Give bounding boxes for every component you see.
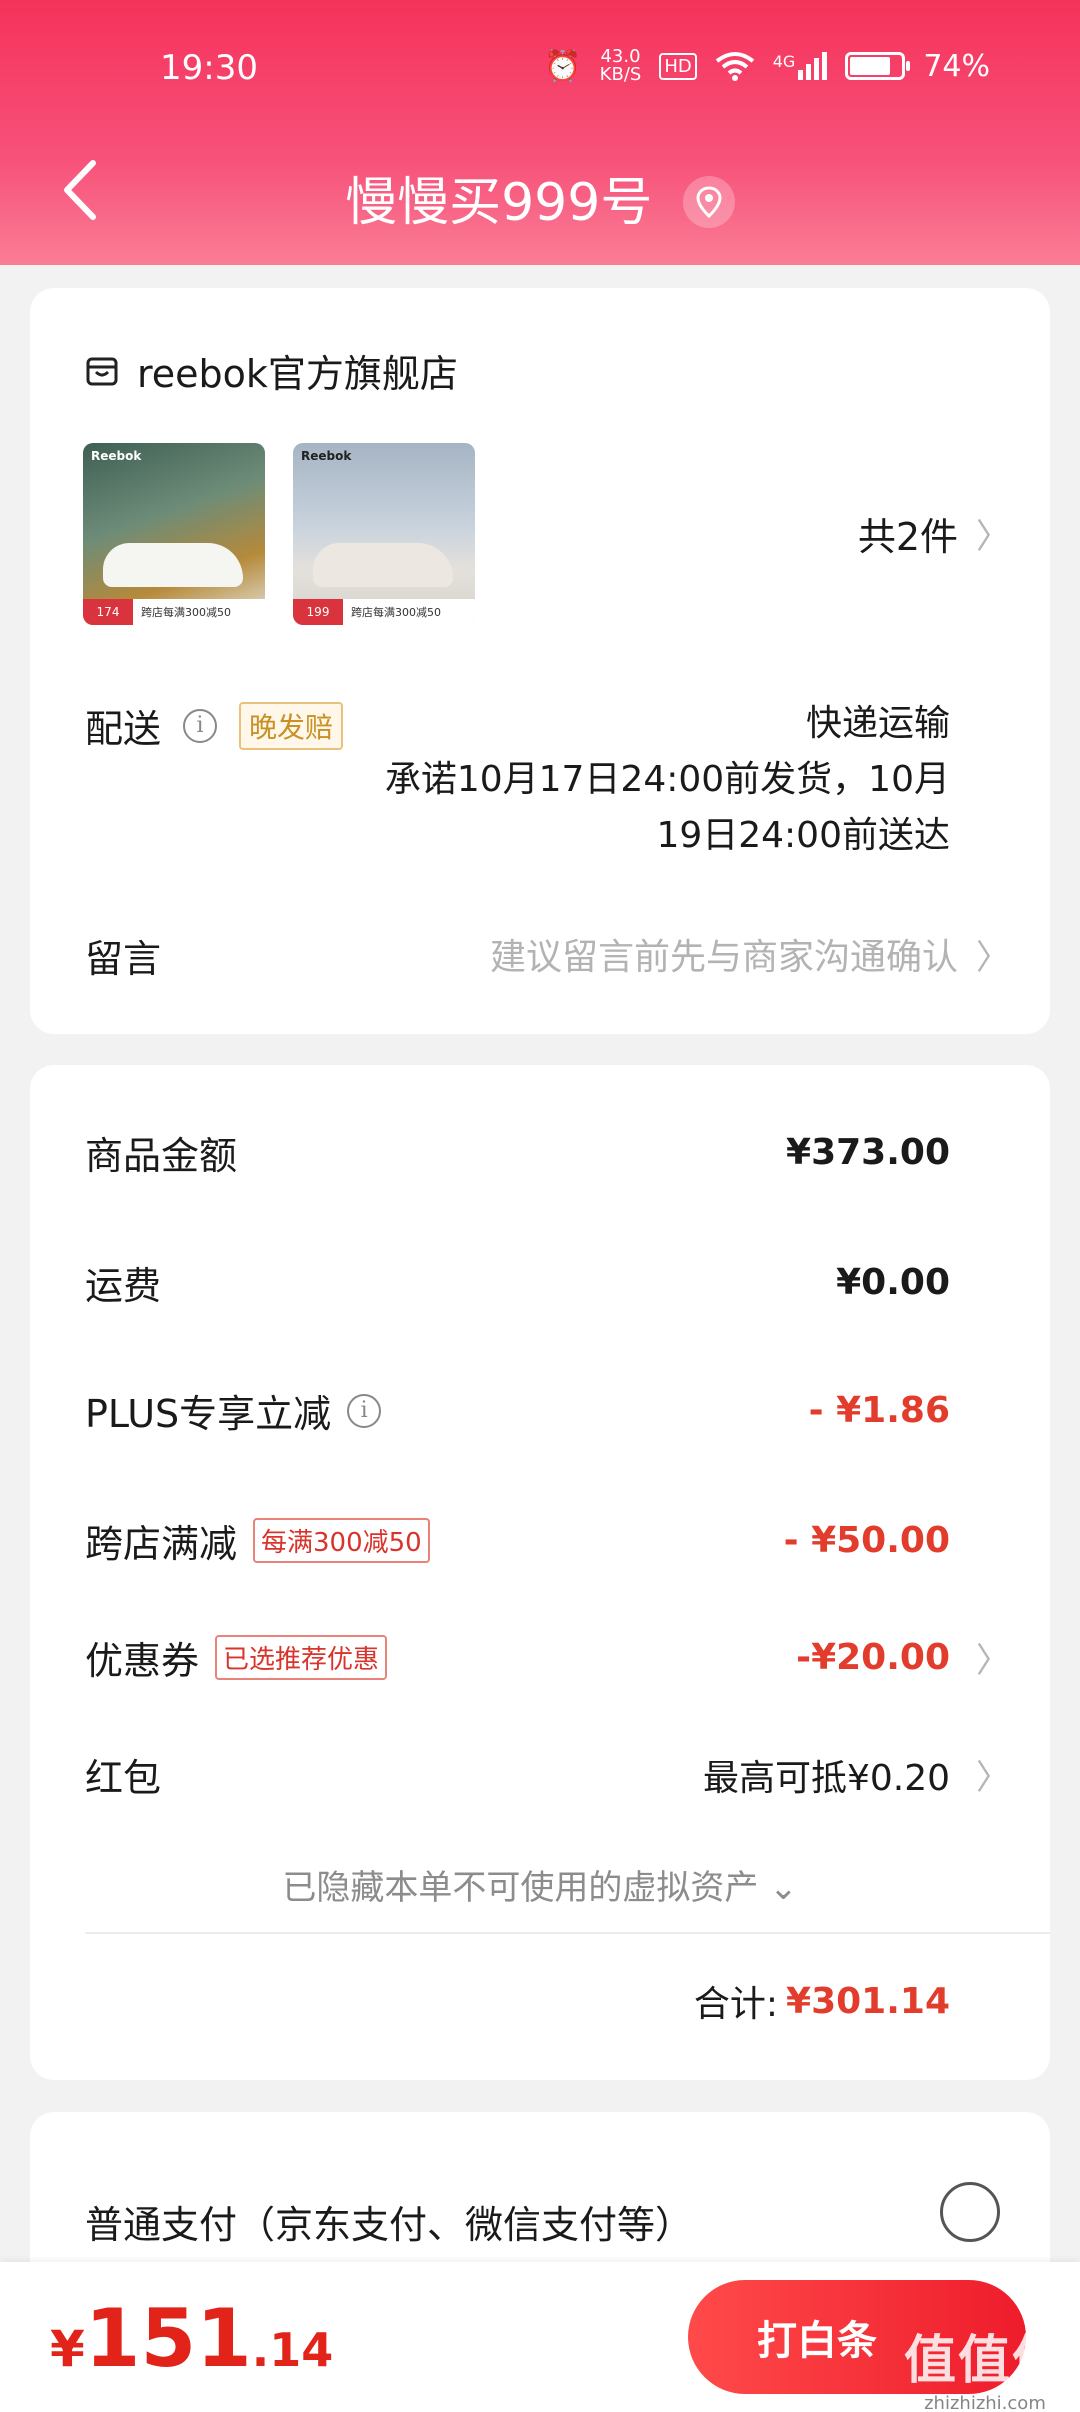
goods-amount-value: ¥373.00: [786, 1132, 950, 1173]
cross-store-discount-value: - ¥50.00: [783, 1520, 950, 1561]
late-compensation-badge: 晚发赔: [239, 701, 344, 750]
page-title-area: 慢慢买999号: [0, 160, 1080, 235]
bottom-price: ¥151.14: [50, 2292, 333, 2385]
price-decimal: .14: [251, 2323, 334, 2377]
delivery-method: 快递运输: [805, 703, 950, 744]
shoe-graphic: [313, 543, 453, 587]
status-icons: ⏰ 43.0 KB/S HD 4G 74%: [544, 48, 990, 84]
cross-store-tag: 每满300减50: [253, 1518, 430, 1563]
chevron-right-icon: 〉: [976, 937, 1010, 978]
info-icon[interactable]: i: [347, 1393, 382, 1428]
product-promo: 跨店每满300减50: [141, 606, 231, 619]
product-price: 174: [83, 599, 133, 625]
cross-store-discount-row: 跨店满减 每满300减50 - ¥50.00: [85, 1513, 950, 1568]
pay-button-label: 打白条: [757, 2318, 877, 2364]
store-name: reebok官方旗舰店: [137, 352, 458, 396]
plus-discount-label: PLUS专享立减: [85, 1392, 332, 1436]
coupon-label: 优惠券: [85, 1639, 200, 1683]
store-icon: [86, 357, 118, 385]
memo-label: 留言: [85, 937, 162, 981]
memo-input[interactable]: 建议留言前先与商家沟通确认 〉: [490, 928, 1010, 980]
chevron-down-icon: ⌄: [769, 1868, 798, 1908]
delivery-promise-line1: 承诺10月17日24:00前发货，10月: [384, 759, 950, 800]
divider: [85, 1932, 1050, 1934]
hidden-assets-text: 已隐藏本单不可使用的虚拟资产: [282, 1868, 759, 1908]
page-title: 慢慢买999号: [345, 173, 653, 233]
shipping-row: 运费 ¥0.00: [85, 1255, 950, 1310]
cross-store-discount-label: 跨店满减: [85, 1522, 238, 1566]
product-brand: Reebok: [301, 449, 352, 463]
coupon-row[interactable]: 优惠券 已选推荐优惠 -¥20.00: [85, 1630, 950, 1685]
coupon-tag: 已选推荐优惠: [215, 1635, 388, 1680]
delivery-label: 配送: [85, 707, 162, 751]
normal-payment-radio[interactable]: [940, 2182, 1000, 2242]
alarm-icon: ⏰: [544, 48, 582, 84]
delivery-label-group: 配送 i 晚发赔: [85, 698, 344, 753]
delivery-promise-line2: 19日24:00前送达: [656, 815, 950, 856]
watermark: 值值值 zhizhizhi.com: [904, 2318, 1066, 2412]
chevron-right-icon[interactable]: 〉: [976, 1750, 1010, 1799]
network-type: 4G: [772, 52, 796, 71]
goods-amount-label: 商品金额: [85, 1134, 238, 1178]
status-bar: 19:30 ⏰ 43.0 KB/S HD 4G 74%: [0, 48, 1080, 92]
item-count-link[interactable]: 共2件 〉: [858, 506, 1010, 561]
order-card: reebok官方旗舰店 Reebok 174 跨店每满300减50 Reebok…: [30, 288, 1050, 1034]
price-summary-card: 商品金额 ¥373.00 运费 ¥0.00 PLUS专享立减 i - ¥1.86…: [30, 1065, 1050, 2080]
redpacket-label: 红包: [85, 1756, 162, 1800]
plus-discount-row: PLUS专享立减 i - ¥1.86: [85, 1383, 950, 1438]
signal-icon: 4G: [773, 52, 828, 80]
delivery-info[interactable]: 快递运输 承诺10月17日24:00前发货，10月 19日24:00前送达: [330, 696, 950, 864]
memo-placeholder: 建议留言前先与商家沟通确认: [489, 937, 958, 978]
watermark-main: 值值值: [903, 2331, 1066, 2391]
wifi-icon: [715, 52, 754, 81]
item-count: 共2件: [857, 515, 958, 559]
shipping-value: ¥0.00: [836, 1262, 950, 1303]
watermark-sub: zhizhizhi.com: [924, 2393, 1046, 2412]
total-label: 合计:: [693, 1984, 779, 2025]
hd-icon: HD: [659, 52, 697, 80]
coupon-value: -¥20.00: [796, 1637, 950, 1678]
net-speed: 43.0 KB/S: [600, 48, 642, 84]
product-promo-strip: 199 跨店每满300减50: [293, 599, 475, 625]
redpacket-row[interactable]: 红包 最高可抵¥0.20: [85, 1747, 950, 1802]
chevron-right-icon[interactable]: 〉: [976, 1633, 1010, 1682]
redpacket-value: 最高可抵¥0.20: [702, 1757, 950, 1799]
goods-amount-row: 商品金额 ¥373.00: [85, 1125, 950, 1180]
product-promo: 跨店每满300减50: [351, 606, 441, 619]
product-image-1[interactable]: Reebok 174 跨店每满300减50: [83, 443, 265, 625]
location-icon[interactable]: [682, 176, 735, 228]
battery-percent: 74%: [923, 48, 990, 84]
total-value: ¥301.14: [786, 1980, 950, 2022]
header: 19:30 ⏰ 43.0 KB/S HD 4G 74% 慢慢买999号: [0, 0, 1080, 265]
shoe-graphic: [103, 543, 243, 587]
battery-icon: [845, 52, 911, 80]
plus-discount-value: - ¥1.86: [808, 1390, 950, 1431]
price-integer: 151: [84, 2292, 252, 2385]
chevron-right-icon: 〉: [976, 517, 1010, 557]
hidden-assets-toggle[interactable]: 已隐藏本单不可使用的虚拟资产 ⌄: [30, 1860, 1050, 1909]
total-row: 合计: ¥301.14: [694, 1975, 950, 2027]
net-speed-unit: KB/S: [599, 64, 642, 85]
product-promo-strip: 174 跨店每满300减50: [83, 599, 265, 625]
shipping-label: 运费: [85, 1264, 162, 1308]
status-time: 19:30: [160, 48, 258, 88]
product-brand: Reebok: [91, 449, 142, 463]
normal-payment-label: 普通支付（京东支付、微信支付等）: [85, 2203, 694, 2247]
product-price: 199: [293, 599, 343, 625]
info-icon[interactable]: i: [183, 708, 218, 743]
product-image-2[interactable]: Reebok 199 跨店每满300减50: [293, 443, 475, 625]
price-symbol: ¥: [50, 2320, 85, 2378]
store-row[interactable]: reebok官方旗舰店: [85, 343, 458, 398]
